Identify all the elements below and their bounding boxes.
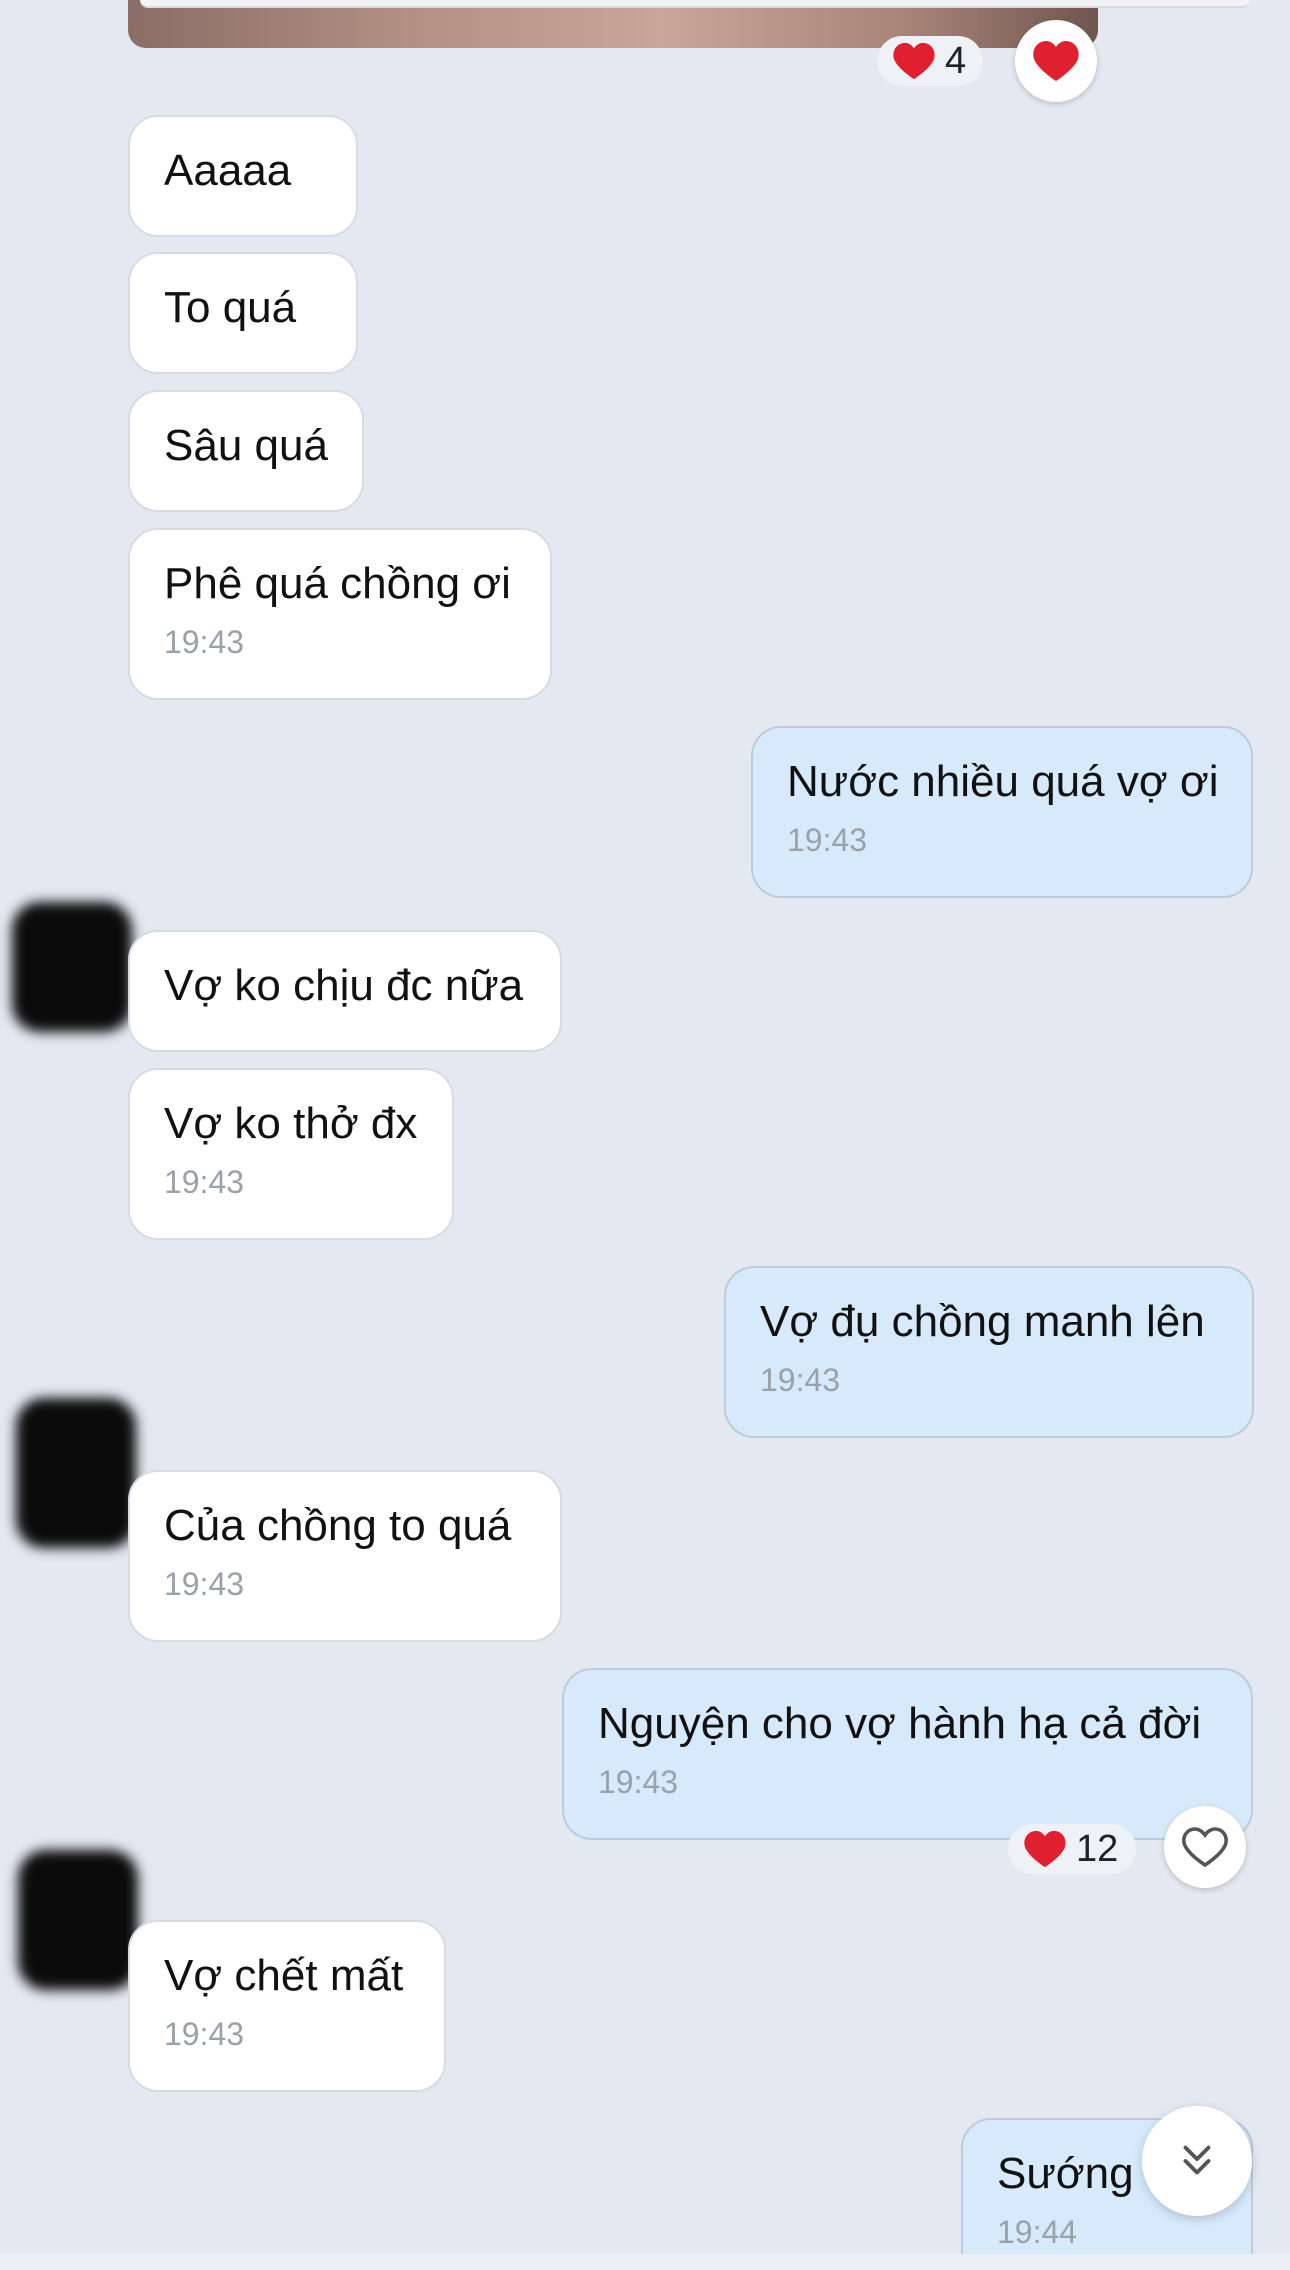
message-bubble-incoming[interactable]: Vợ ko thở đx 19:43: [128, 1068, 454, 1240]
message-bubble-incoming[interactable]: Vợ ko chịu đc nữa: [128, 930, 562, 1052]
message-time: 19:44: [997, 2214, 1078, 2250]
message-text: Nước nhiều quá vợ ơi: [787, 757, 1219, 806]
message-text: Của chồng to quá: [164, 1501, 512, 1550]
message-time: 19:43: [164, 624, 245, 660]
reaction-count: 4: [945, 39, 967, 82]
double-chevron-down-icon: [1183, 2145, 1211, 2175]
react-button[interactable]: [1164, 1806, 1246, 1888]
message-bubble-outgoing[interactable]: Nước nhiều quá vợ ơi 19:43: [751, 726, 1253, 898]
message-time: 19:43: [760, 1362, 841, 1398]
bottom-edge: [0, 2254, 1290, 2270]
message-bubble-incoming[interactable]: Phê quá chồng ơi 19:43: [128, 528, 552, 700]
message-bubble-outgoing[interactable]: Vợ đụ chồng manh lên 19:43: [724, 1266, 1254, 1438]
message-text: Vợ đụ chồng manh lên: [760, 1297, 1205, 1346]
message-bubble-incoming[interactable]: Aaaaa: [128, 115, 358, 237]
header-edge: [140, 0, 1250, 8]
message-bubble-outgoing[interactable]: Nguyện cho vợ hành hạ cả đời 19:43: [562, 1668, 1253, 1840]
message-time: 19:43: [164, 2016, 245, 2052]
message-time: 19:43: [164, 1164, 245, 1200]
heart-icon: [1024, 1830, 1066, 1868]
message-bubble-incoming[interactable]: Vợ chết mất 19:43: [128, 1920, 446, 2092]
reaction-count-pill[interactable]: 4: [877, 36, 983, 86]
reaction-count: 12: [1076, 1827, 1119, 1870]
reaction-count-pill[interactable]: 12: [1008, 1824, 1136, 1874]
avatar[interactable]: [16, 1398, 136, 1548]
message-bubble-incoming[interactable]: To quá: [128, 252, 358, 374]
message-time: 19:43: [598, 1764, 679, 1800]
avatar[interactable]: [18, 1850, 138, 1990]
heart-icon: [1033, 41, 1079, 81]
message-bubble-incoming[interactable]: Sâu quá: [128, 390, 364, 512]
heart-icon: [893, 42, 935, 80]
message-time: 19:43: [164, 1566, 245, 1602]
message-text: Aaaaa: [164, 146, 292, 195]
message-text: Vợ chết mất: [164, 1951, 404, 2000]
avatar[interactable]: [12, 902, 132, 1032]
message-text: To quá: [164, 283, 297, 332]
message-time: 19:43: [787, 822, 868, 858]
message-text: Vợ ko thở đx: [164, 1099, 418, 1148]
message-text: Sâu quá: [164, 421, 328, 470]
message-bubble-incoming[interactable]: Của chồng to quá 19:43: [128, 1470, 562, 1642]
message-text: Nguyện cho vợ hành hạ cả đời: [598, 1699, 1202, 1748]
heart-outline-icon: [1182, 1827, 1228, 1868]
scroll-to-bottom-button[interactable]: [1142, 2106, 1252, 2216]
message-text: Vợ ko chịu đc nữa: [164, 961, 524, 1010]
react-button[interactable]: [1015, 20, 1097, 102]
message-text: Phê quá chồng ơi: [164, 559, 511, 608]
